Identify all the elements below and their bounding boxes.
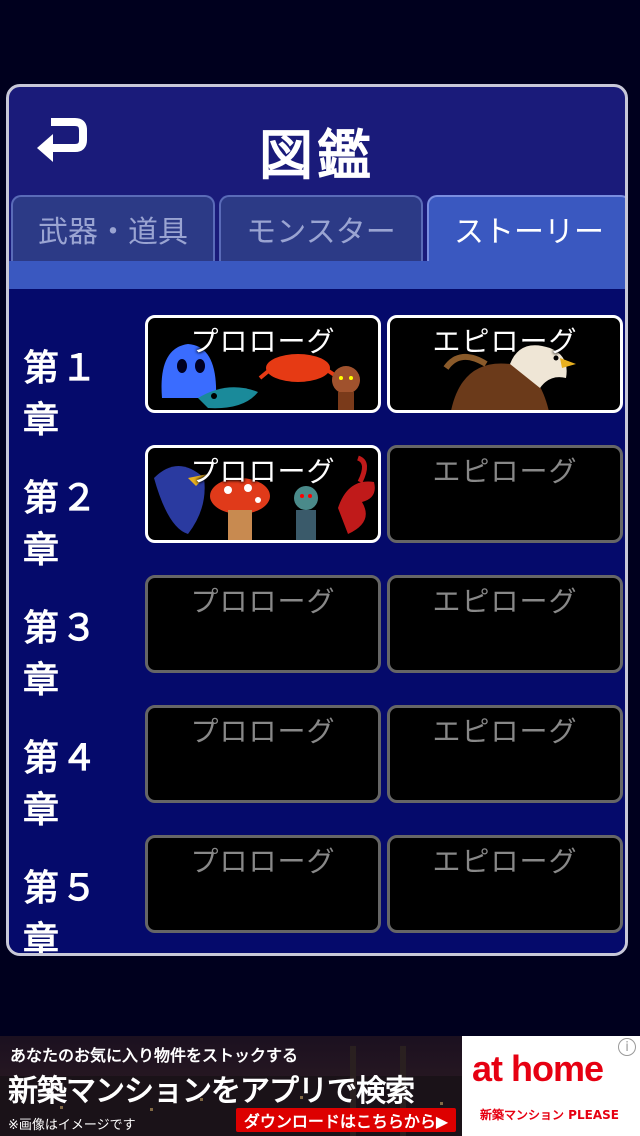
ad-banner[interactable]: あなたのお気に入り物件をストックする 新築マンションをアプリで検索 ※画像はイメ… [0, 1036, 640, 1136]
card-label: プロローグ [190, 715, 336, 748]
card-label: エピローグ [432, 585, 578, 618]
card-label: プロローグ [190, 325, 336, 358]
chapter-row-1: 第１章 プロローグ エピローグ [9, 315, 625, 441]
ad-headline: あなたのお気に入り物件をストックする [10, 1046, 299, 1065]
card-label: エピローグ [432, 845, 578, 878]
brand-logo: at home [472, 1048, 604, 1089]
card-label: プロローグ [190, 585, 336, 618]
ad-image-area[interactable]: あなたのお気に入り物件をストックする 新築マンションをアプリで検索 ※画像はイメ… [0, 1036, 462, 1136]
header: 図鑑 [9, 87, 625, 197]
chapter-3-prologue-button[interactable]: プロローグ [145, 575, 381, 673]
info-icon[interactable]: i [618, 1038, 636, 1056]
ad-disclaimer: ※画像はイメージです [8, 1118, 136, 1133]
tab-bar: 武器・道具 モンスター ストーリー [9, 195, 625, 267]
tab-story[interactable]: ストーリー [427, 195, 625, 261]
card-label: エピローグ [432, 455, 578, 488]
ad-download-button[interactable]: ダウンロードはこちらから▶ [236, 1108, 456, 1132]
tab-monsters[interactable]: モンスター [219, 195, 423, 261]
chapter-4-prologue-button[interactable]: プロローグ [145, 705, 381, 803]
chapter-row-4: 第４章 プロローグ エピローグ [9, 705, 625, 831]
page-title: 図鑑 [259, 124, 375, 187]
story-list: 第１章 プロローグ エピローグ 第２章 プロローグ エピローグ 第３章 プロロー… [9, 289, 625, 953]
active-tab-underline [9, 261, 625, 289]
brand-tagline: 新築マンション PLEASE [480, 1108, 619, 1122]
card-label: プロローグ [190, 455, 336, 488]
encyclopedia-panel: 図鑑 武器・道具 モンスター ストーリー 第１章 プロローグ エピローグ 第２章… [6, 84, 628, 956]
chapter-1-prologue-button[interactable]: プロローグ [145, 315, 381, 413]
chapter-label: 第５章 [23, 868, 100, 956]
chapter-label: 第１章 [23, 348, 100, 441]
tab-weapons-items[interactable]: 武器・道具 [11, 195, 215, 261]
chapter-label: 第４章 [23, 738, 100, 831]
card-label: エピローグ [432, 325, 578, 358]
chapter-4-epilogue-button[interactable]: エピローグ [387, 705, 623, 803]
card-label: プロローグ [190, 845, 336, 878]
chapter-2-prologue-button[interactable]: プロローグ [145, 445, 381, 543]
chapter-label: 第３章 [23, 608, 100, 701]
ad-main-copy: 新築マンションをアプリで検索 [8, 1074, 415, 1109]
chapter-1-epilogue-button[interactable]: エピローグ [387, 315, 623, 413]
chapter-5-epilogue-button[interactable]: エピローグ [387, 835, 623, 933]
chapter-3-epilogue-button[interactable]: エピローグ [387, 575, 623, 673]
chapter-row-3: 第３章 プロローグ エピローグ [9, 575, 625, 701]
chapter-2-epilogue-button[interactable]: エピローグ [387, 445, 623, 543]
card-label: エピローグ [432, 715, 578, 748]
chapter-label: 第２章 [23, 478, 100, 571]
chapter-5-prologue-button[interactable]: プロローグ [145, 835, 381, 933]
chapter-row-5: 第５章 プロローグ エピローグ [9, 835, 625, 953]
ad-brand-area[interactable]: at home 新築マンション PLEASE i [462, 1036, 640, 1136]
chapter-row-2: 第２章 プロローグ エピローグ [9, 445, 625, 571]
